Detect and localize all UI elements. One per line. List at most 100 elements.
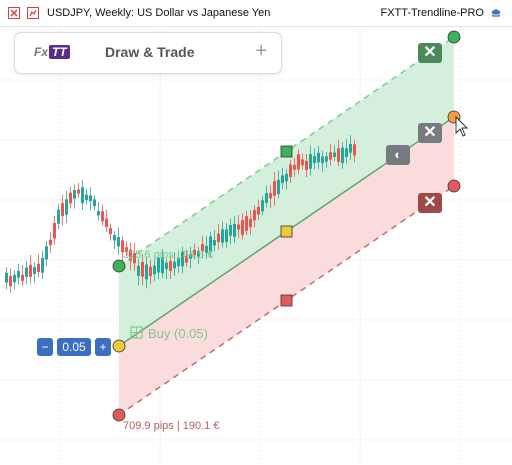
close-take-profit-button[interactable]: ✕ — [418, 43, 442, 63]
order-label: Buy (0.05) — [148, 326, 208, 341]
candle-body — [117, 237, 120, 247]
candle-body — [229, 225, 232, 236]
candle-body — [153, 265, 156, 275]
stop-loss-label: 709.9 pips | 190.1 € — [123, 420, 220, 432]
candle-body — [33, 267, 36, 274]
close-icon: ✕ — [423, 194, 437, 211]
candle-body — [45, 246, 48, 260]
candle-body — [317, 152, 320, 163]
candle-body — [245, 216, 248, 231]
candle-body — [49, 239, 52, 246]
candle-body — [101, 211, 104, 222]
candle-body — [89, 195, 92, 202]
candle-body — [309, 154, 312, 169]
candle-body — [57, 209, 60, 224]
indicator-name: FXTT-Trendline-PRO — [380, 7, 484, 19]
candle-body — [313, 156, 316, 164]
hat-icon — [491, 9, 501, 17]
take-profit-label: 325.6 pips | 84.5 € — [123, 249, 214, 261]
candle-body — [173, 261, 176, 269]
panel-title: Draw & Trade — [105, 44, 195, 60]
candle-body — [93, 199, 96, 207]
candle-body — [329, 152, 332, 160]
candle-body — [285, 173, 288, 182]
candle-body — [325, 156, 328, 162]
candle-body — [145, 264, 148, 280]
candle-body — [353, 144, 356, 156]
candle-body — [41, 258, 44, 273]
chart-window: USDJPY, Weekly: US Dollar vs Japanese Ye… — [0, 0, 512, 465]
chart-title: USDJPY, Weekly: US Dollar vs Japanese Ye… — [47, 7, 271, 19]
lot-size-field[interactable]: 0.05 — [57, 338, 91, 356]
candle-body — [301, 159, 304, 166]
candle-body — [249, 218, 252, 228]
take-profit-end-handle[interactable] — [447, 30, 461, 44]
close-icon: ✕ — [423, 124, 437, 141]
candle-body — [305, 160, 308, 170]
candle-body — [289, 164, 292, 177]
candle-body — [297, 154, 300, 170]
candle-body — [141, 262, 144, 277]
candle-body — [137, 265, 140, 276]
candle-body — [213, 239, 216, 246]
price-chart[interactable] — [0, 26, 512, 465]
candle-body — [217, 233, 220, 242]
candle-body — [65, 199, 68, 215]
candle-body — [257, 206, 260, 215]
take-profit-mid-handle[interactable] — [280, 145, 293, 158]
half-circle-icon: ◐ — [394, 147, 402, 162]
candle-body — [293, 165, 296, 170]
candle-body — [269, 193, 272, 199]
candle-body — [241, 220, 244, 236]
add-button[interactable]: + — [255, 40, 267, 63]
lot-increase-button[interactable]: + — [95, 338, 111, 356]
candle-body — [21, 274, 24, 281]
take-profit-start-handle[interactable] — [112, 259, 126, 273]
candle-body — [77, 189, 80, 194]
toggle-order-button[interactable]: ◐ — [386, 145, 410, 165]
candle-body — [333, 152, 336, 157]
entry-start-handle[interactable] — [112, 339, 126, 353]
candle-body — [281, 175, 284, 184]
candle-body — [9, 276, 12, 287]
stop-loss-end-handle[interactable] — [447, 179, 461, 193]
candle-body — [349, 144, 352, 153]
candle-body — [233, 223, 236, 237]
candle-body — [261, 200, 264, 212]
close-stop-loss-button[interactable]: ✕ — [418, 193, 442, 213]
candle-body — [149, 266, 152, 277]
timeframe-icon[interactable] — [27, 7, 39, 19]
candle-body — [341, 147, 344, 164]
lot-decrease-button[interactable]: − — [37, 338, 53, 356]
candle-body — [169, 260, 172, 272]
candle-body — [337, 148, 340, 162]
candle-body — [53, 222, 56, 239]
candle-body — [73, 190, 76, 199]
mouse-cursor-icon — [455, 115, 469, 137]
close-icon: ✕ — [423, 44, 437, 61]
candle-body — [17, 270, 20, 278]
candle-body — [113, 235, 116, 241]
candle-body — [165, 262, 168, 270]
candle-body — [97, 211, 100, 216]
candle-body — [265, 193, 268, 203]
candle-body — [277, 179, 280, 195]
candle-body — [237, 224, 240, 230]
candle-body — [61, 203, 64, 217]
candle-body — [109, 228, 112, 235]
candle-body — [253, 209, 256, 221]
chart-title-bar: USDJPY, Weekly: US Dollar vs Japanese Ye… — [0, 0, 512, 27]
candle-body — [81, 187, 84, 204]
entry-mid-handle[interactable] — [280, 225, 293, 238]
stop-loss-mid-handle[interactable] — [280, 294, 293, 307]
candle-body — [225, 229, 228, 242]
candle-body — [85, 194, 88, 201]
draw-trade-panel: Fx TT Draw & Trade + — [14, 32, 282, 74]
candle-body — [13, 274, 16, 283]
fxtt-logo: Fx TT — [34, 45, 70, 59]
candle-body — [321, 156, 324, 164]
close-order-button[interactable]: ✕ — [418, 123, 442, 143]
chart-type-icon[interactable] — [8, 7, 20, 19]
candle-body — [29, 264, 32, 277]
candle-body — [105, 218, 108, 227]
